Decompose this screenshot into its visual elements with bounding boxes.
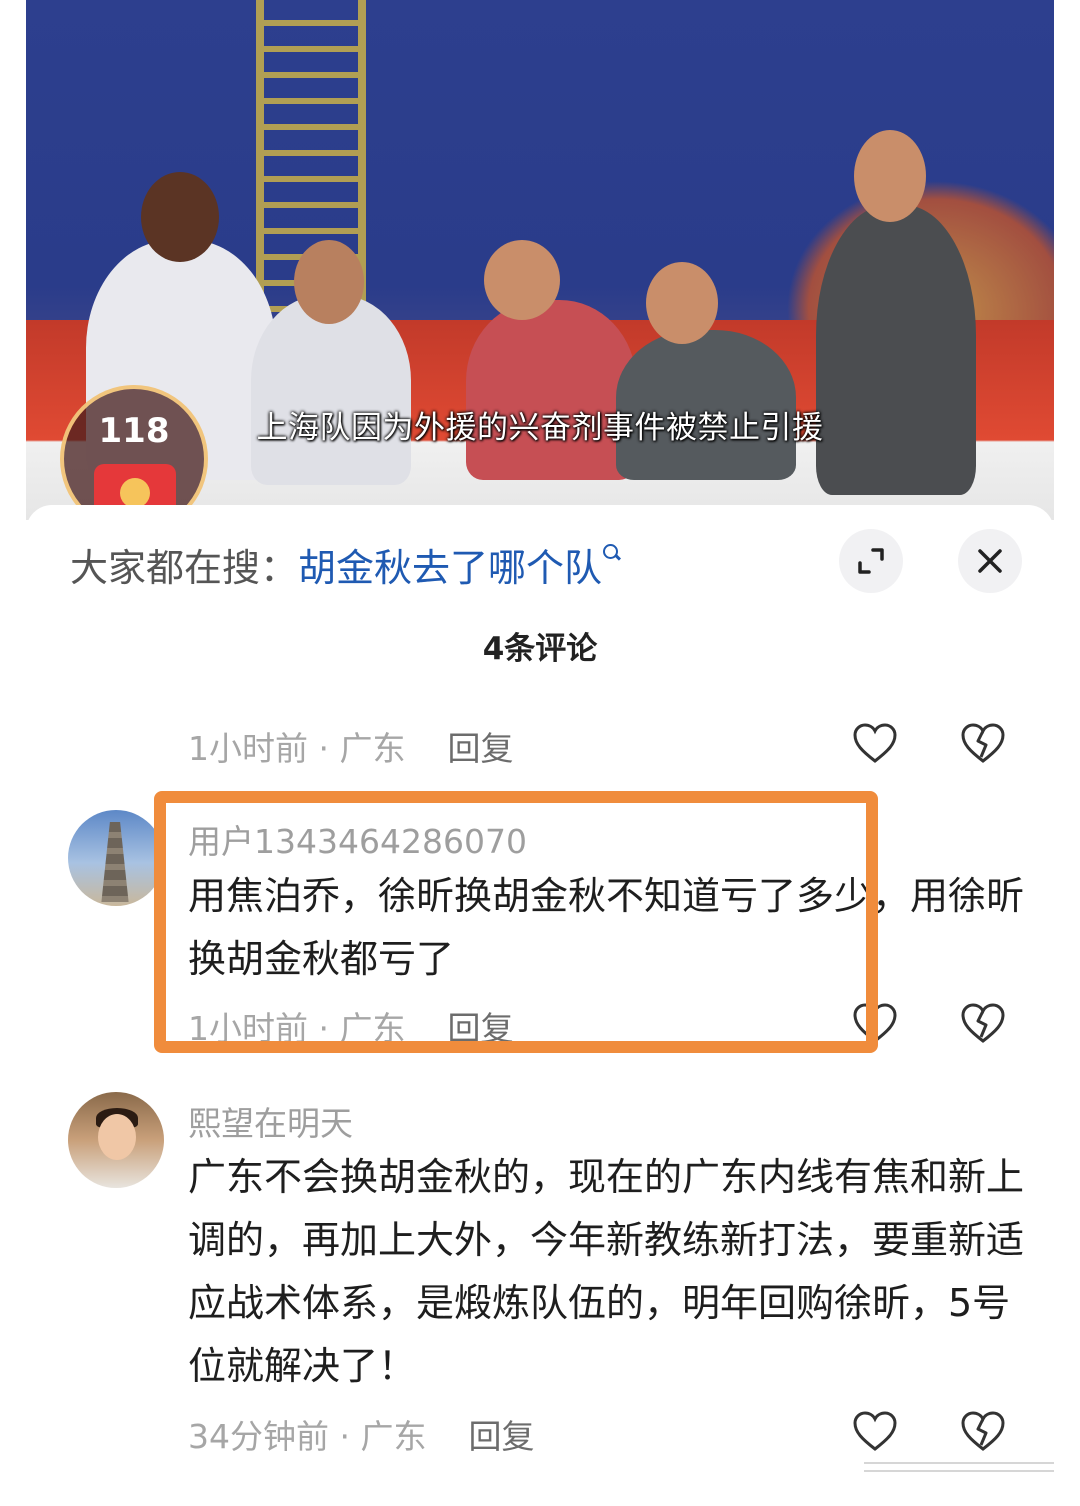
- coach: [816, 205, 976, 495]
- expand-icon: [858, 548, 884, 574]
- comment-time: 34分钟前: [188, 1417, 329, 1456]
- player-3: [466, 300, 636, 480]
- comment-text: 广东不会换胡金秋的，现在的广东内线有焦和新上调的，再加上大外，今年新教练新打法，…: [188, 1155, 1025, 1388]
- heart-icon[interactable]: [852, 721, 898, 765]
- reply-button[interactable]: 回复: [468, 1417, 534, 1456]
- broken-heart-icon[interactable]: [960, 1409, 1006, 1453]
- comment-meta: 1小时前 · 广东 回复: [188, 729, 514, 768]
- comment-meta: 34分钟前 · 广东 回复: [188, 1417, 535, 1456]
- coach-head: [854, 130, 926, 222]
- comment-sheet: 大家都在搜：胡金秋去了哪个队 4条评论 1小时前 · 广东 回复 用户134346…: [26, 505, 1054, 1506]
- expand-button[interactable]: [839, 529, 903, 593]
- user-avatar[interactable]: [68, 1092, 164, 1188]
- comment-time: 1小时前: [188, 729, 308, 768]
- heart-icon[interactable]: [852, 1409, 898, 1453]
- highlight-annotation-box: [154, 791, 878, 1053]
- player-3-head: [484, 240, 560, 320]
- player-1-head: [141, 172, 219, 262]
- trending-search-term[interactable]: 胡金秋去了哪个队: [298, 546, 602, 590]
- broken-heart-icon[interactable]: [960, 1001, 1006, 1045]
- staff-member-head: [646, 262, 718, 344]
- comment-username[interactable]: 熙望在明天: [188, 1097, 353, 1145]
- close-icon: [978, 549, 1002, 573]
- close-button[interactable]: [958, 529, 1022, 593]
- comment-count: 4条评论: [482, 631, 598, 667]
- broken-heart-icon[interactable]: [960, 721, 1006, 765]
- trending-search-prefix: 大家都在搜：: [70, 546, 299, 590]
- coin-count: 118: [98, 411, 170, 451]
- user-avatar[interactable]: [68, 810, 164, 906]
- scroll-indicator: [864, 1462, 1054, 1472]
- reply-button[interactable]: 回复: [447, 729, 513, 768]
- trending-search[interactable]: 大家都在搜：胡金秋去了哪个队: [70, 537, 622, 592]
- comment-location: 广东: [339, 729, 406, 768]
- player-2-head: [294, 240, 364, 324]
- search-icon: [602, 543, 622, 563]
- comment-location: 广东: [360, 1417, 427, 1456]
